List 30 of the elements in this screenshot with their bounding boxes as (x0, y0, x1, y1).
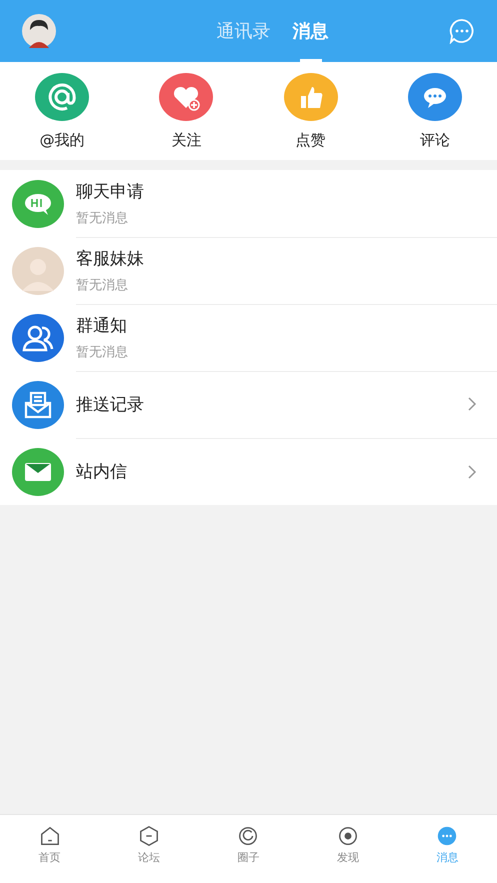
chevron-right-icon (467, 464, 477, 480)
message-title[interactable]: 客服妹妹 (76, 246, 144, 270)
chevron-right-icon (467, 396, 477, 412)
hexagon-icon (138, 825, 160, 847)
nav-label[interactable]: 首页 (38, 850, 61, 865)
message-title[interactable]: 群通知 (76, 314, 128, 336)
nav-label[interactable]: 论坛 (138, 850, 160, 865)
shortcut-label[interactable]: @我的 (40, 130, 85, 150)
eye-icon (336, 825, 359, 847)
envelope-icon (12, 448, 64, 496)
chat-bubble-icon[interactable] (449, 18, 475, 44)
avatar-icon[interactable] (22, 14, 56, 48)
chat-bubble-icon (436, 825, 458, 847)
message-preview: 暂无消息 (76, 210, 129, 226)
nav-label[interactable]: 圈子 (237, 850, 260, 865)
message-title[interactable]: 推送记录 (76, 392, 144, 416)
nav-label[interactable]: 发现 (336, 850, 359, 865)
message-preview: 暂无消息 (76, 344, 128, 360)
shortcut-label[interactable]: 点赞 (296, 130, 326, 150)
home-icon (38, 825, 61, 847)
group-icon (12, 314, 64, 362)
message-title[interactable]: 站内信 (76, 460, 127, 483)
chat-bubble-icon (12, 180, 64, 228)
circle-icon (237, 825, 260, 847)
shortcut-label[interactable]: 关注 (171, 130, 202, 150)
shortcut-label[interactable]: 评论 (420, 130, 450, 150)
message-title[interactable]: 聊天申请 (76, 180, 144, 202)
envelope-icon (12, 380, 64, 428)
avatar-icon (12, 246, 64, 294)
message-preview: 暂无消息 (76, 276, 129, 294)
